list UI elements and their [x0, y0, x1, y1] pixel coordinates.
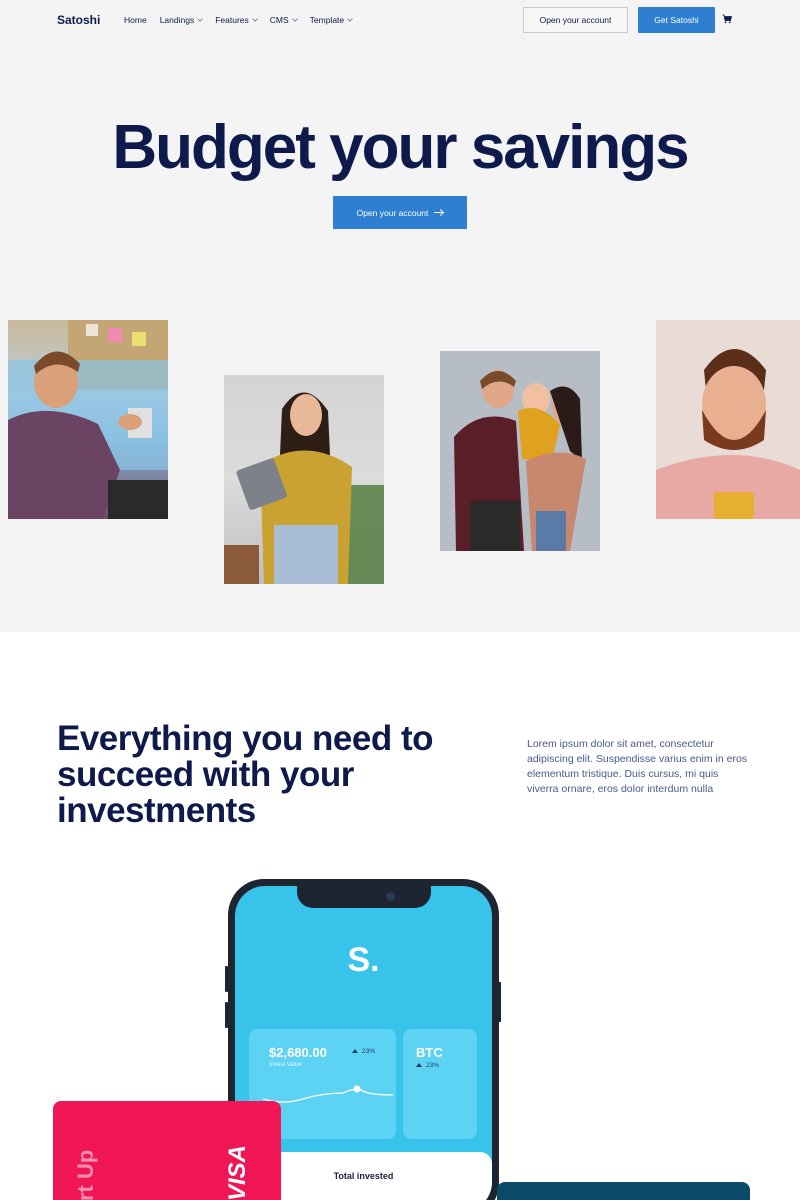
invest-change: 23% [352, 1048, 375, 1055]
top-navbar: Satoshi Home Landings Features CMS Templ… [0, 0, 800, 40]
get-satoshi-button[interactable]: Get Satoshi [638, 7, 715, 33]
credit-card-red: rt Up VISA [53, 1101, 281, 1200]
invest-change-label: 23% [362, 1048, 376, 1055]
chevron-down-icon [197, 16, 204, 22]
nav-item-cms[interactable]: CMS [269, 15, 298, 25]
btc-name: BTC [416, 1045, 443, 1060]
trend-up-icon [416, 1063, 422, 1067]
photo-man-smiling-phone [656, 320, 800, 519]
credit-card-teal [497, 1182, 750, 1200]
nav-item-label: Template [309, 15, 345, 25]
app-logo: S. [347, 941, 380, 979]
btc-card[interactable]: BTC 23% [403, 1029, 477, 1139]
section-description: Lorem ipsum dolor sit amet, consectetur … [527, 738, 748, 795]
chevron-down-icon [251, 16, 258, 22]
trend-up-icon [352, 1049, 358, 1053]
nav-item-features[interactable]: Features [215, 15, 258, 25]
nav-item-label: CMS [269, 15, 289, 25]
phone-notch [297, 886, 431, 908]
features-section: Everything you need to succeed with your… [0, 632, 800, 1200]
cart-icon[interactable] [722, 14, 732, 24]
open-account-nav-button[interactable]: Open your account [523, 7, 628, 33]
nav-item-label: Features [215, 15, 249, 25]
chevron-down-icon [347, 16, 353, 22]
nav-item-landings[interactable]: Landings [159, 15, 204, 25]
btc-change-label: 23% [426, 1062, 440, 1069]
arrow-right-icon [434, 212, 444, 213]
invest-value: $2,680.00 [269, 1045, 327, 1060]
nav-item-template[interactable]: Template [310, 15, 353, 25]
card-startup-text: rt Up [73, 1149, 98, 1200]
nav-item-label: Landings [159, 15, 195, 25]
hero-button-label: Open your account [356, 207, 429, 218]
hero-title: Budget your savings [112, 113, 689, 182]
visa-logo: VISA [224, 1144, 251, 1200]
nav-item-label: Home [124, 15, 147, 25]
brand-logo[interactable]: Satoshi [57, 13, 100, 27]
invest-label: Invest Value [269, 1062, 302, 1068]
section-title: Everything you need to succeed with your… [57, 719, 434, 830]
open-account-hero-button[interactable]: Open your account [333, 196, 467, 229]
sparkline-chart [263, 1085, 393, 1103]
camera-icon [386, 892, 395, 901]
photo-family-hug [440, 351, 600, 551]
nav-item-home[interactable]: Home [124, 15, 147, 25]
nav-links: Home Landings Features CMS Template [124, 15, 365, 25]
btc-change: 23% [416, 1062, 439, 1069]
photo-man-with-phone [8, 320, 168, 519]
chevron-down-icon [291, 16, 298, 22]
photo-woman-with-tablet [224, 375, 384, 584]
